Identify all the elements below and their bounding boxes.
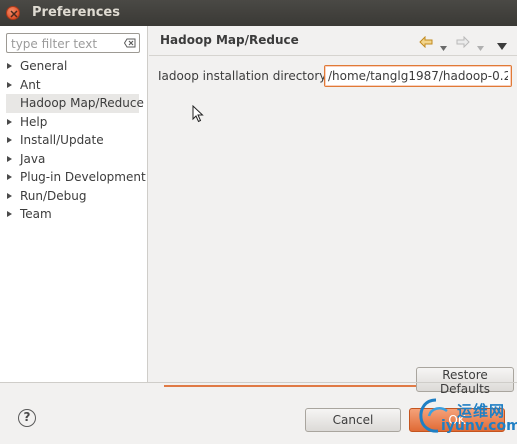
clear-filter-icon[interactable]	[124, 38, 136, 48]
close-icon[interactable]	[6, 6, 20, 20]
header-separator	[149, 55, 517, 56]
page-navigation	[419, 35, 509, 53]
footer-separator	[0, 382, 517, 383]
progress-indicator	[164, 385, 433, 387]
tree-item-label: Plug-in Development	[20, 170, 146, 184]
tree-item-help[interactable]: Help	[0, 113, 147, 132]
tree-item-label: Ant	[20, 77, 41, 92]
expand-arrow-icon[interactable]	[7, 137, 12, 143]
forward-dropdown-icon[interactable]	[477, 40, 484, 54]
forward-arrow-icon[interactable]	[456, 35, 470, 51]
tree-item-install-update[interactable]: Install/Update	[0, 131, 147, 150]
expand-arrow-icon[interactable]	[7, 118, 12, 125]
filter-field[interactable]	[6, 33, 140, 53]
hadoop-directory-label: Iadoop installation directory:	[158, 69, 330, 83]
back-dropdown-icon[interactable]	[440, 40, 447, 54]
back-arrow-icon[interactable]	[419, 35, 433, 51]
cancel-button[interactable]: Cancel	[305, 408, 401, 432]
expand-arrow-icon[interactable]	[7, 81, 12, 88]
restore-defaults-button[interactable]: Restore Defaults	[416, 367, 514, 396]
expand-arrow-icon[interactable]	[7, 211, 12, 217]
watermark: 运维网 iyunv.com	[413, 396, 517, 444]
hadoop-directory-input[interactable]	[324, 65, 512, 87]
tree-item-java[interactable]: Java	[0, 150, 147, 169]
tree-item-label: Hadoop Map/Reduce	[20, 96, 144, 110]
tree-item-team[interactable]: Team	[0, 205, 147, 224]
tree-item-label: Java	[20, 151, 46, 166]
expand-arrow-icon[interactable]	[7, 155, 12, 162]
tree-item-label: Help	[20, 114, 48, 129]
preferences-tree-pane: General Ant Hadoop Map/Reduce Help Install/U…	[0, 26, 148, 382]
filter-input[interactable]	[11, 36, 119, 51]
help-icon[interactable]: ?	[18, 409, 36, 427]
tree-item-general[interactable]: General	[0, 57, 147, 76]
tree-item-run-debug[interactable]: Run/Debug	[0, 187, 147, 206]
tree-item-label: General	[20, 59, 68, 73]
tree-item-hadoop-map-reduce[interactable]: Hadoop Map/Reduce	[6, 94, 144, 113]
tree-item-ant[interactable]: Ant	[0, 76, 147, 95]
preferences-tree: General Ant Hadoop Map/Reduce Help Install/U…	[0, 57, 147, 224]
tree-item-label: Team	[20, 207, 52, 221]
tree-item-plug-in-development[interactable]: Plug-in Development	[0, 168, 147, 187]
window-title: Preferences	[32, 5, 120, 20]
expand-arrow-icon[interactable]	[7, 192, 12, 199]
expand-arrow-icon[interactable]	[7, 174, 12, 180]
watermark-en: iyunv.com	[441, 418, 517, 434]
expand-arrow-icon[interactable]	[7, 63, 12, 69]
mouse-pointer-icon	[192, 105, 204, 123]
page-title: Hadoop Map/Reduce	[160, 33, 299, 47]
tree-item-label: Install/Update	[20, 133, 104, 147]
window-titlebar: Preferences	[0, 0, 517, 26]
tree-item-label: Run/Debug	[20, 188, 87, 203]
preference-page: Hadoop Map/Reduce Iadoop installation di…	[149, 26, 517, 396]
view-menu-icon[interactable]	[497, 39, 507, 53]
